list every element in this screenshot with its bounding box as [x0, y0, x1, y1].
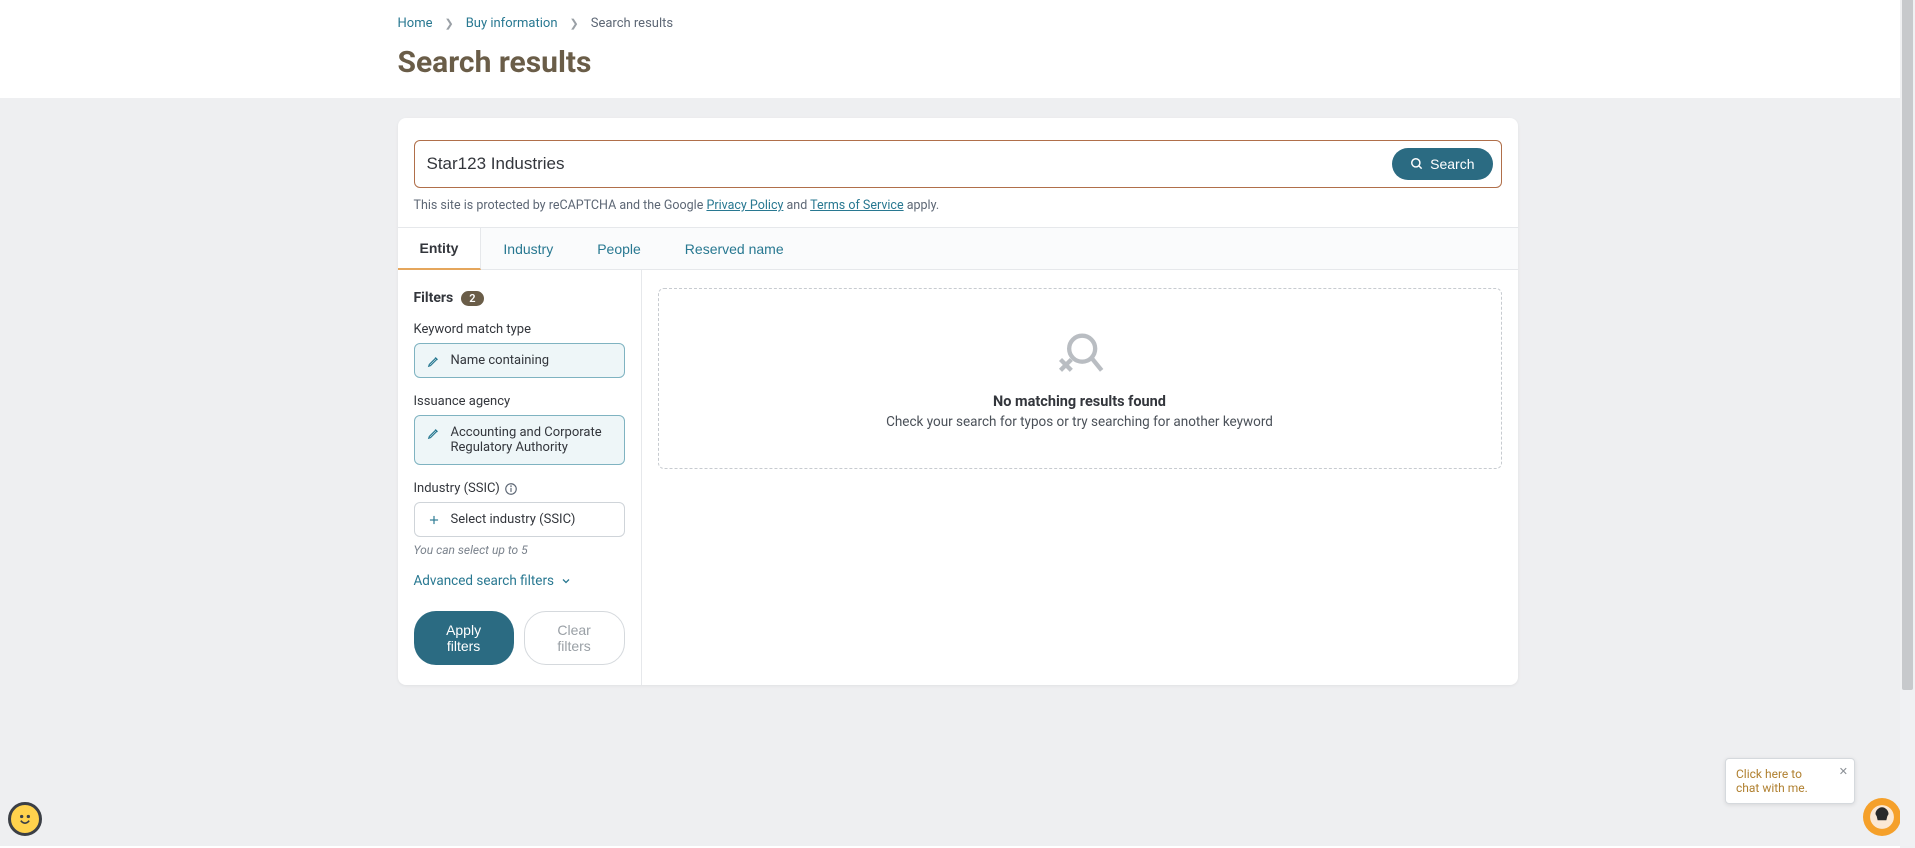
breadcrumb: Home ❯ Buy information ❯ Search results — [398, 16, 1518, 31]
empty-subtitle: Check your search for typos or try searc… — [679, 414, 1481, 430]
issuance-agency-selector[interactable]: Accounting and Corporate Regulatory Auth… — [414, 415, 625, 465]
industry-ssic-placeholder: Select industry (SSIC) — [451, 512, 576, 527]
tab-entity[interactable]: Entity — [398, 228, 482, 270]
assistant-avatar-icon — [1869, 804, 1895, 830]
issuance-agency-value: Accounting and Corporate Regulatory Auth… — [451, 425, 612, 455]
privacy-policy-link[interactable]: Privacy Policy — [706, 198, 783, 213]
keyword-match-value: Name containing — [451, 353, 550, 368]
keyword-match-selector[interactable]: Name containing — [414, 343, 625, 378]
tab-industry[interactable]: Industry — [481, 228, 575, 269]
tab-people[interactable]: People — [575, 228, 663, 269]
search-button[interactable]: Search — [1392, 148, 1492, 180]
chat-assistant-button[interactable] — [1863, 798, 1901, 836]
chat-tooltip: Click here to chat with me. ✕ — [1725, 758, 1855, 804]
smiley-icon — [15, 809, 35, 829]
tabs: Entity Industry People Reserved name — [398, 227, 1518, 270]
industry-ssic-label: Industry (SSIC) — [414, 481, 625, 496]
keyword-match-label: Keyword match type — [414, 322, 625, 337]
issuance-agency-label: Issuance agency — [414, 394, 625, 409]
clear-filters-button[interactable]: Clear filters — [524, 611, 625, 665]
tab-reserved-name[interactable]: Reserved name — [663, 228, 806, 269]
advanced-filters-toggle[interactable]: Advanced search filters — [414, 573, 625, 589]
empty-title: No matching results found — [679, 393, 1481, 410]
pencil-icon — [427, 426, 441, 440]
chat-tooltip-text: Click here to chat with me. — [1736, 767, 1808, 795]
close-icon[interactable]: ✕ — [1839, 765, 1848, 778]
breadcrumb-home[interactable]: Home — [398, 16, 433, 31]
no-results-icon — [1054, 327, 1106, 379]
breadcrumb-current: Search results — [591, 16, 673, 31]
industry-ssic-selector[interactable]: Select industry (SSIC) — [414, 502, 625, 537]
chevron-right-icon: ❯ — [570, 17, 579, 30]
industry-ssic-label-text: Industry (SSIC) — [414, 481, 500, 496]
captcha-note: This site is protected by reCAPTCHA and … — [414, 198, 1502, 213]
advanced-filters-label: Advanced search filters — [414, 573, 555, 589]
search-input[interactable] — [427, 154, 1393, 174]
apply-filters-button[interactable]: Apply filters — [414, 611, 514, 665]
search-button-label: Search — [1430, 156, 1474, 172]
industry-ssic-hint: You can select up to 5 — [414, 543, 625, 557]
breadcrumb-buy-information[interactable]: Buy information — [466, 16, 558, 31]
empty-state: No matching results found Check your sea… — [658, 288, 1502, 469]
scrollbar[interactable] — [1900, 0, 1915, 848]
terms-link[interactable]: Terms of Service — [810, 198, 903, 213]
plus-icon — [427, 513, 441, 527]
chevron-right-icon: ❯ — [444, 17, 453, 30]
chevron-down-icon — [560, 575, 572, 587]
search-box: Search — [414, 140, 1502, 188]
search-icon — [1410, 157, 1424, 171]
captcha-suffix: apply. — [904, 198, 940, 213]
info-icon[interactable] — [504, 482, 518, 496]
feedback-smiley-button[interactable] — [8, 802, 42, 836]
pencil-icon — [427, 354, 441, 368]
filters-heading: Filters — [414, 290, 454, 306]
page-title: Search results — [398, 45, 1518, 80]
filters-panel: Filters 2 Keyword match type Name contai… — [398, 270, 642, 685]
filters-count-badge: 2 — [461, 291, 483, 306]
captcha-prefix: This site is protected by reCAPTCHA and … — [414, 198, 707, 213]
captcha-and: and — [783, 198, 810, 213]
scrollbar-thumb[interactable] — [1902, 0, 1913, 690]
results-panel: No matching results found Check your sea… — [642, 270, 1518, 685]
